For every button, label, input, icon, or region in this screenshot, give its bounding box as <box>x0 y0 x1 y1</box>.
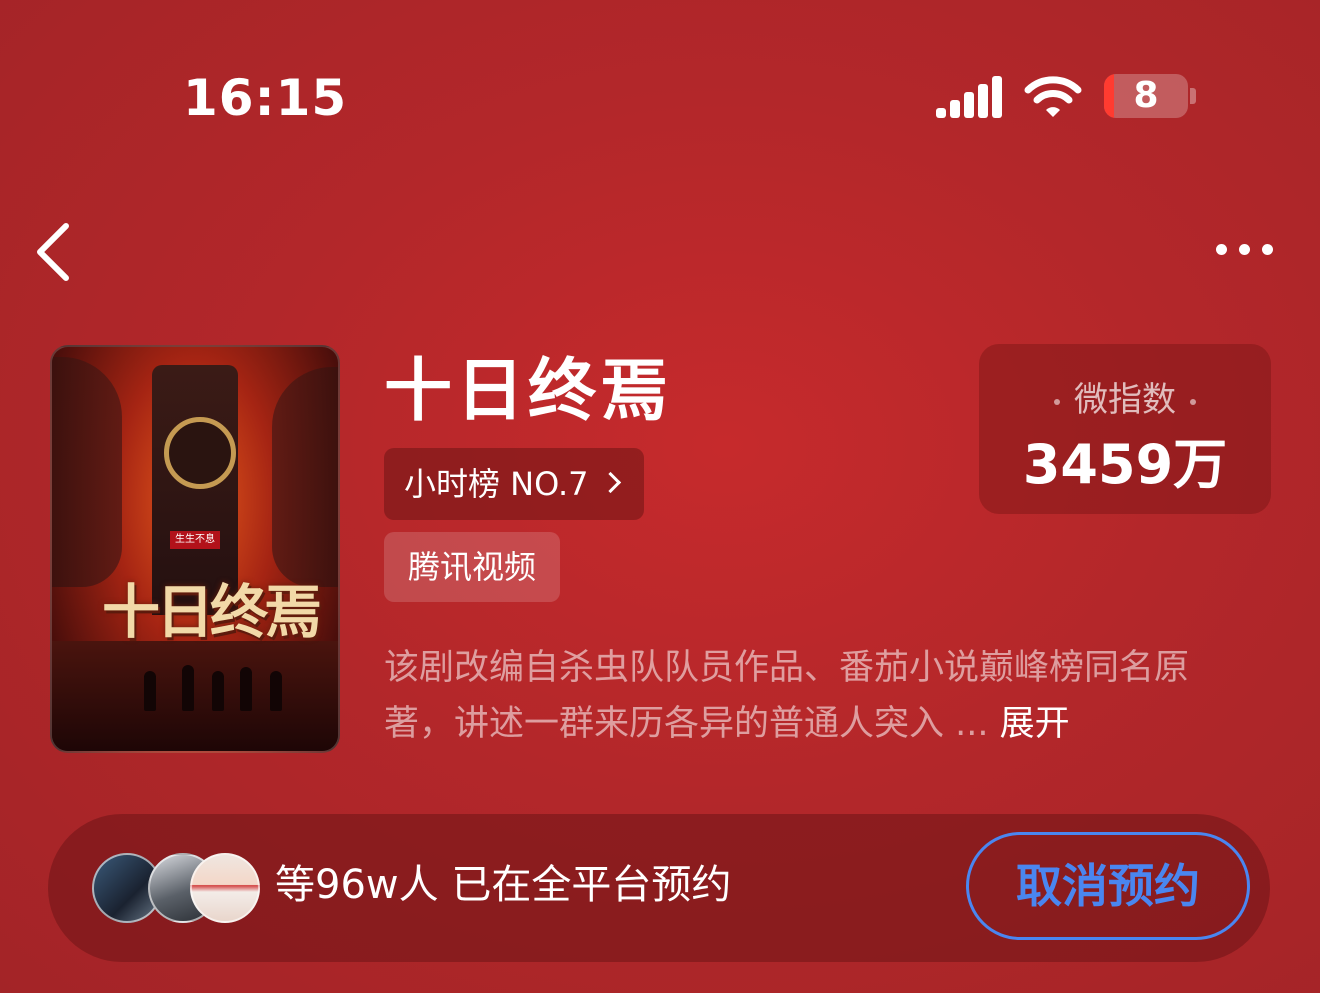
status-time: 16:15 <box>183 69 348 127</box>
avatar <box>190 853 260 923</box>
index-label-row: 微指数 <box>979 372 1271 421</box>
index-value: 3459万 <box>1022 433 1228 496</box>
chevron-right-icon <box>599 471 622 494</box>
cancel-reservation-button[interactable]: 取消预约 <box>966 832 1250 940</box>
poster-bridge <box>52 641 338 751</box>
poster-sign: 生生不息 <box>170 531 220 549</box>
ellipsis-dot <box>1239 244 1250 255</box>
poster-clock <box>164 417 236 489</box>
platform-tag[interactable]: 腾讯视频 <box>384 532 560 602</box>
poster-title: 十日终焉 <box>102 578 322 646</box>
back-button[interactable] <box>30 220 80 284</box>
battery-percent: 8 <box>1133 75 1159 116</box>
cellular-signal-icon <box>936 76 1002 118</box>
poster-image[interactable]: 生生不息 十日终焉 <box>50 345 340 753</box>
poster-figure <box>144 671 156 711</box>
battery-tip <box>1190 88 1196 104</box>
description: 该剧改编自杀虫队队员作品、番茄小说巅峰榜同名原著，讲述一群来历各异的普通人突入 … <box>384 640 1254 752</box>
index-label: 微指数 <box>1074 380 1176 420</box>
dot-icon <box>1190 398 1196 405</box>
poster-monster-right <box>272 367 338 587</box>
rank-label: 小时榜 NO.7 <box>404 465 589 503</box>
more-button[interactable] <box>1210 238 1280 262</box>
expand-link[interactable]: 展开 <box>1000 704 1070 744</box>
poster-figure <box>240 667 252 711</box>
show-title: 十日终焉 <box>384 352 673 431</box>
rank-badge-button[interactable]: 小时榜 NO.7 <box>384 448 644 520</box>
poster-figure <box>182 665 194 711</box>
poster-monster-left <box>52 357 122 587</box>
platform-label: 腾讯视频 <box>407 548 536 586</box>
ellipsis-icon <box>1216 244 1227 255</box>
reservation-count-text: 等96w人 已在全平台预约 <box>275 862 732 908</box>
wifi-icon <box>1024 74 1082 118</box>
dot-icon <box>1054 398 1060 405</box>
index-box: 微指数 3459万 <box>979 344 1271 514</box>
poster-figure <box>270 671 282 711</box>
chevron-left-icon <box>37 223 69 281</box>
battery-icon: 8 <box>1104 74 1188 118</box>
ellipsis-dot <box>1262 244 1273 255</box>
poster-figure <box>212 671 224 711</box>
